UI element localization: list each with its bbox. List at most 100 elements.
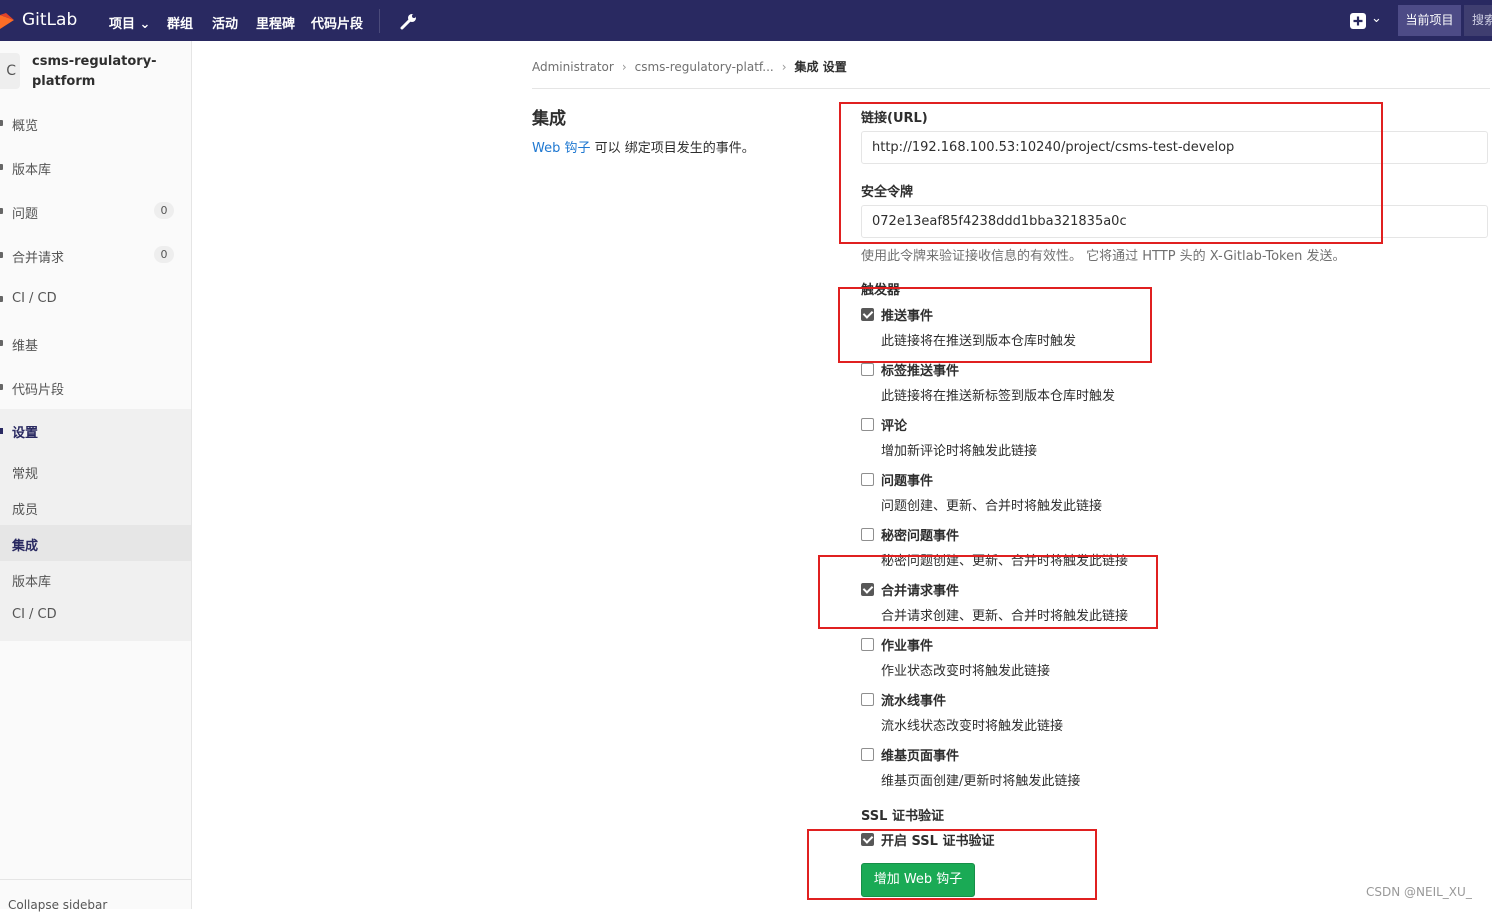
trigger-description: 流水线状态改变时将触发此链接 <box>881 719 1064 734</box>
settings-section: 设置 常规 成员 集成 版本库 CI / CD <box>0 409 191 641</box>
trigger-description: 增加新评论时将触发此链接 <box>881 444 1038 459</box>
project-avatar[interactable]: C <box>0 53 20 89</box>
nav-divider <box>379 9 380 33</box>
merge-request-icon <box>0 252 3 258</box>
chevron-right-icon: › <box>781 60 787 74</box>
settings-sub-general[interactable]: 常规 <box>0 453 191 489</box>
breadcrumb-current[interactable]: 集成 设置 <box>795 60 847 74</box>
trigger-description: 作业状态改变时将触发此链接 <box>881 664 1051 679</box>
brand-name[interactable]: GitLab <box>22 10 77 30</box>
sidebar-item-overview[interactable]: 概览 <box>0 108 191 138</box>
sidebar-item-label: 合并请求 <box>12 251 65 266</box>
new-item-button[interactable]: ⌄ <box>1350 11 1384 30</box>
settings-sub-repository[interactable]: 版本库 <box>0 561 191 597</box>
gitlab-logo-icon[interactable] <box>0 9 14 31</box>
chevron-right-icon: › <box>621 60 627 74</box>
trigger-title[interactable]: 评论 <box>881 415 907 434</box>
trigger-title[interactable]: 流水线事件 <box>881 690 946 709</box>
tag-push-events-checkbox[interactable] <box>861 363 874 376</box>
sidebar-item-label: 概览 <box>12 119 39 134</box>
trigger-title[interactable]: 维基页面事件 <box>881 745 959 764</box>
snippet-icon <box>0 384 3 390</box>
trigger-title[interactable]: 秘密问题事件 <box>881 525 959 544</box>
trigger-push-events: 推送事件 此链接将在推送到版本仓库时触发 <box>861 305 1461 349</box>
merge-request-events-checkbox[interactable] <box>861 583 874 596</box>
sidebar-item-merge-requests[interactable]: 合并请求 0 <box>0 240 191 270</box>
section-description: Web 钩子 可以 绑定项目发生的事件。 <box>532 141 755 156</box>
sidebar: C csms-regulatory-platform 概览 版本库 问题 0 合… <box>0 41 192 912</box>
watermark: CSDN @NEIL_XU_ <box>1366 885 1472 899</box>
project-name[interactable]: csms-regulatory-platform <box>32 52 182 92</box>
book-icon <box>0 340 3 346</box>
repository-icon <box>0 164 3 170</box>
settings-sub-members[interactable]: 成员 <box>0 489 191 525</box>
trigger-description: 此链接将在推送到版本仓库时触发 <box>881 334 1077 349</box>
url-label: 链接(URL) <box>861 111 928 126</box>
home-icon <box>0 120 3 126</box>
search-button[interactable]: 搜索 <box>1464 5 1492 36</box>
sidebar-item-repository[interactable]: 版本库 <box>0 152 191 182</box>
comments-checkbox[interactable] <box>861 418 874 431</box>
sidebar-item-settings[interactable]: 设置 <box>0 412 191 448</box>
trigger-description: 秘密问题创建、更新、合并时将触发此链接 <box>881 554 1129 569</box>
breadcrumb-item[interactable]: Administrator <box>532 60 614 74</box>
rocket-icon <box>0 296 3 302</box>
push-events-checkbox[interactable] <box>861 308 874 321</box>
trigger-wiki-page-events: 维基页面事件 维基页面创建/更新时将触发此链接 <box>861 745 1461 789</box>
section-title: 集成 <box>532 109 566 129</box>
wrench-icon[interactable] <box>399 11 419 31</box>
nav-milestones[interactable]: 里程碑 <box>256 13 295 32</box>
trigger-tag-push-events: 标签推送事件 此链接将在推送新标签到版本仓库时触发 <box>861 360 1461 404</box>
trigger-pipeline-events: 流水线事件 流水线状态改变时将触发此链接 <box>861 690 1461 734</box>
trigger-comments: 评论 增加新评论时将触发此链接 <box>861 415 1461 459</box>
trigger-title[interactable]: 问题事件 <box>881 470 933 489</box>
breadcrumb-item[interactable]: csms-regulatory-platf... <box>635 60 774 74</box>
secret-token-input[interactable]: 072e13eaf85f4238ddd1bba321835a0c <box>861 205 1488 238</box>
sidebar-item-label: 代码片段 <box>12 383 65 398</box>
webhooks-help-link[interactable]: Web 钩子 <box>532 141 590 156</box>
nav-snippets[interactable]: 代码片段 <box>311 13 363 32</box>
trigger-merge-request-events: 合并请求事件 合并请求创建、更新、合并时将触发此链接 <box>861 580 1461 624</box>
trigger-title[interactable]: 标签推送事件 <box>881 360 959 379</box>
nav-projects[interactable]: 项目 ⌄ <box>109 13 150 32</box>
confidential-issues-checkbox[interactable] <box>861 528 874 541</box>
trigger-confidential-issues-events: 秘密问题事件 秘密问题创建、更新、合并时将触发此链接 <box>861 525 1461 569</box>
ssl-verification-checkbox[interactable] <box>861 833 874 846</box>
issues-events-checkbox[interactable] <box>861 473 874 486</box>
sidebar-item-label: 维基 <box>12 339 39 354</box>
merge-requests-count-badge: 0 <box>154 246 174 263</box>
sidebar-item-label: CI / CD <box>12 291 57 306</box>
sidebar-item-snippets[interactable]: 代码片段 <box>0 372 191 402</box>
wiki-page-events-checkbox[interactable] <box>861 748 874 761</box>
settings-sub-ci-cd[interactable]: CI / CD <box>0 597 191 633</box>
chevron-down-icon: ⌄ <box>139 17 151 32</box>
pipeline-events-checkbox[interactable] <box>861 693 874 706</box>
collapse-sidebar-button[interactable]: Collapse sidebar <box>0 879 191 912</box>
plus-square-icon <box>1350 13 1366 29</box>
add-webhook-button[interactable]: 增加 Web 钩子 <box>861 863 975 897</box>
sidebar-item-label: 版本库 <box>12 163 52 178</box>
trigger-title[interactable]: 合并请求事件 <box>881 580 959 599</box>
nav-activity[interactable]: 活动 <box>212 13 238 32</box>
sidebar-item-wiki[interactable]: 维基 <box>0 328 191 358</box>
sidebar-item-ci-cd[interactable]: CI / CD <box>0 284 191 314</box>
nav-groups[interactable]: 群组 <box>167 13 193 32</box>
trigger-description: 问题创建、更新、合并时将触发此链接 <box>881 499 1103 514</box>
sidebar-item-issues[interactable]: 问题 0 <box>0 196 191 226</box>
issues-icon <box>0 208 3 214</box>
trigger-description: 此链接将在推送新标签到版本仓库时触发 <box>881 389 1116 404</box>
secret-token-label: 安全令牌 <box>861 185 914 200</box>
sidebar-item-label: 设置 <box>12 426 39 441</box>
trigger-description: 维基页面创建/更新时将触发此链接 <box>881 774 1081 789</box>
url-input[interactable]: http://192.168.100.53:10240/project/csms… <box>861 131 1488 164</box>
secret-token-help: 使用此令牌来验证接收信息的有效性。 它将通过 HTTP 头的 X-Gitlab-… <box>861 249 1346 264</box>
ssl-option-label[interactable]: 开启 SSL 证书验证 <box>881 830 994 849</box>
triggers-label: 触发器 <box>861 283 901 298</box>
current-project-button[interactable]: 当前项目 <box>1398 5 1461 36</box>
trigger-job-events: 作业事件 作业状态改变时将触发此链接 <box>861 635 1461 679</box>
trigger-issues-events: 问题事件 问题创建、更新、合并时将触发此链接 <box>861 470 1461 514</box>
trigger-title[interactable]: 推送事件 <box>881 305 933 324</box>
trigger-title[interactable]: 作业事件 <box>881 635 933 654</box>
job-events-checkbox[interactable] <box>861 638 874 651</box>
settings-sub-integrations[interactable]: 集成 <box>0 525 191 561</box>
